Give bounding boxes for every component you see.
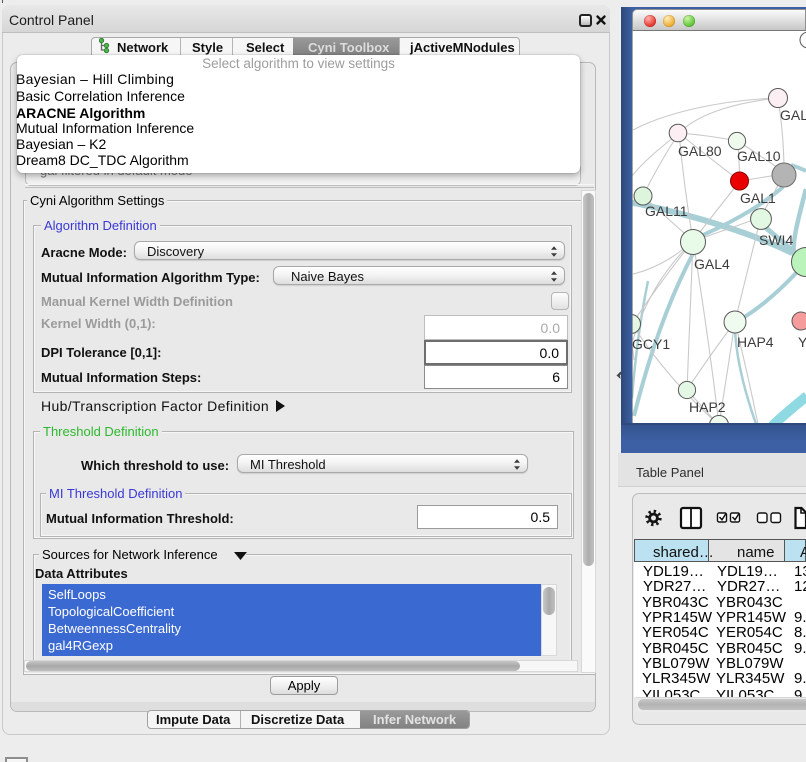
svg-text:Y: Y xyxy=(798,334,806,350)
svg-text:GCY1: GCY1 xyxy=(632,336,670,352)
svg-text:GAL11: GAL11 xyxy=(645,203,688,219)
svg-text:HAP2: HAP2 xyxy=(689,399,726,415)
svg-text:GAL80: GAL80 xyxy=(678,143,722,159)
svg-text:GAL: GAL xyxy=(780,107,806,123)
svg-text:GAL4: GAL4 xyxy=(694,256,730,272)
svg-text:GAL1: GAL1 xyxy=(740,190,776,206)
svg-text:SWI4: SWI4 xyxy=(759,232,793,248)
svg-text:HAP4: HAP4 xyxy=(737,334,774,350)
svg-text:GAL10: GAL10 xyxy=(737,148,781,164)
